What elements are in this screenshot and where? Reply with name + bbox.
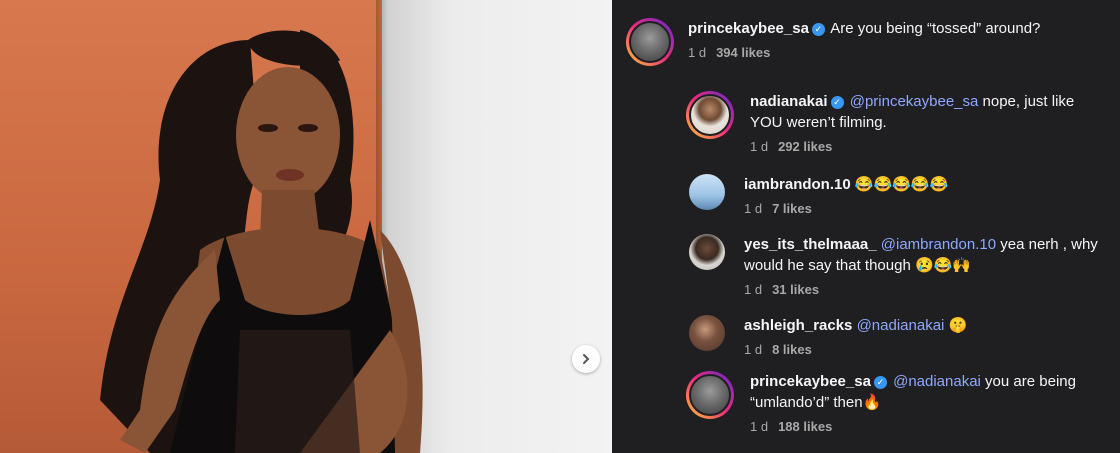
- avatar[interactable]: [689, 315, 725, 351]
- comment-text: Are you being “tossed” around?: [830, 20, 1041, 37]
- comment-item: ashleigh_racks @nadianakai 🤫 1 d 8 likes: [689, 315, 1094, 357]
- comment-time[interactable]: 1 d: [744, 201, 762, 216]
- comment-time[interactable]: 1 d: [688, 45, 706, 60]
- comment-time[interactable]: 1 d: [750, 419, 768, 434]
- comment-likes[interactable]: 292 likes: [778, 139, 832, 154]
- person-illustration: [100, 30, 423, 453]
- verified-badge-icon: ✓: [873, 376, 887, 389]
- comment-username[interactable]: iambrandon.10: [744, 176, 851, 193]
- chevron-right-icon: [583, 354, 590, 364]
- comment-time[interactable]: 1 d: [744, 282, 762, 297]
- comment-emoji: 🔥: [862, 394, 882, 411]
- avatar[interactable]: [689, 234, 725, 270]
- comment-likes[interactable]: 31 likes: [772, 282, 819, 297]
- comment-likes[interactable]: 188 likes: [778, 419, 832, 434]
- comment-mention[interactable]: @nadianakai: [893, 373, 981, 390]
- comment-item: princekaybee_sa ✓ @nadianakai you are bei…: [686, 371, 1100, 434]
- comment-username[interactable]: princekaybee_sa: [750, 373, 871, 390]
- avatar[interactable]: [689, 174, 725, 210]
- avatar[interactable]: [626, 18, 674, 66]
- comment-likes[interactable]: 394 likes: [716, 45, 770, 60]
- comment-username[interactable]: ashleigh_racks: [744, 317, 852, 334]
- comment-item: princekaybee_sa ✓ Are you being “tossed” …: [626, 18, 1098, 66]
- comment-mention[interactable]: @iambrandon.10: [881, 236, 996, 253]
- comment-username[interactable]: nadianakai: [750, 93, 828, 110]
- comment-username[interactable]: yes_its_thelmaaa_: [744, 236, 877, 253]
- comment-item: yes_its_thelmaaa_ @iambrandon.10 yea ner…: [689, 234, 1114, 297]
- comment-item: nadianakai ✓ @princekaybee_sa nope, just …: [686, 91, 1100, 154]
- comment-emoji: 😢😂🙌: [914, 257, 971, 274]
- comment-emoji: 😂😂😂😂😂: [854, 176, 949, 193]
- comment-mention[interactable]: @nadianakai: [857, 317, 945, 334]
- comments-panel: princekaybee_sa ✓ Are you being “tossed” …: [612, 0, 1120, 453]
- comment-username[interactable]: princekaybee_sa: [688, 20, 809, 37]
- verified-badge-icon: ✓: [811, 23, 825, 36]
- verified-badge-icon: ✓: [830, 96, 844, 109]
- post-photo: [0, 0, 612, 453]
- comment-mention[interactable]: @princekaybee_sa: [850, 93, 979, 110]
- comment-likes[interactable]: 8 likes: [772, 342, 812, 357]
- comment-item: iambrandon.10 😂😂😂😂😂 1 d 7 likes: [689, 174, 1094, 216]
- next-photo-button[interactable]: [572, 345, 600, 373]
- comment-emoji: 🤫: [948, 317, 968, 334]
- avatar[interactable]: [686, 91, 734, 139]
- comment-likes[interactable]: 7 likes: [772, 201, 812, 216]
- comment-time[interactable]: 1 d: [750, 139, 768, 154]
- comment-time[interactable]: 1 d: [744, 342, 762, 357]
- avatar[interactable]: [686, 371, 734, 419]
